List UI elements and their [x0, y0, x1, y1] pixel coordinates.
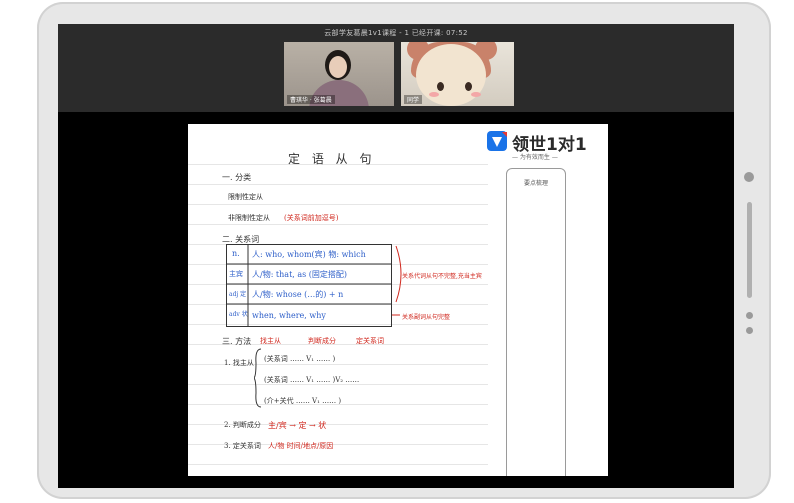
avatar-blush-right — [471, 92, 481, 97]
step1-brace — [254, 348, 262, 408]
row4-tag: adv 状 — [229, 311, 248, 318]
video-call-bar: 云部学友葛晨1v1课程 - 1 已经开课: 07:52 曹琪华 · 张葛晨 同学 — [58, 24, 734, 112]
teacher-video[interactable]: 曹琪华 · 张葛晨 — [284, 42, 394, 106]
row3-text: 人/物: whose (…的) + n — [252, 290, 344, 299]
logo-icon — [487, 131, 507, 151]
volume-rocker[interactable] — [747, 202, 752, 298]
method-find: 找主从 — [260, 337, 281, 345]
step1-pattern-b: (关系词 …… V₁ …… )V₂ …… — [264, 376, 360, 384]
step2-label: 2. 判断成分 — [224, 421, 261, 429]
ruled-line — [188, 464, 488, 465]
brand-slogan: — 为有效而生 — — [512, 154, 558, 161]
step2-text: 主/宾 → 定 → 状 — [268, 421, 327, 430]
row1-tag: n. — [232, 249, 240, 258]
row2-text: 人/物: that, as (固定搭配) — [252, 270, 348, 279]
avatar-blush-left — [429, 92, 439, 97]
session-title: 云部学友葛晨1v1课程 - 1 已经开课: 07:52 — [324, 29, 468, 37]
side-button-dot[interactable] — [746, 312, 753, 319]
student-video[interactable]: 同学 — [401, 42, 514, 106]
notes-document[interactable]: 领世1对1 — 为有效而生 — 要点梳理 定 语 从 句 一. 分类 限制性定从… — [188, 124, 608, 476]
pronoun-note: 关系代词从句不完整,充当主宾 — [402, 273, 482, 280]
step3-label: 3. 定关系词 — [224, 442, 261, 450]
screen: 云部学友葛晨1v1课程 - 1 已经开课: 07:52 曹琪华 · 张葛晨 同学 — [58, 24, 734, 488]
section-method: 三. 方法 — [222, 337, 252, 346]
ruled-line — [188, 224, 488, 225]
ruled-line — [188, 204, 488, 205]
row4-text: when, where, why — [252, 311, 326, 320]
step3-text: 人/物 时间/地点/原因 — [268, 442, 334, 450]
brand-logo: 领世1对1 — 为有效而生 — — [486, 130, 606, 170]
key-points-panel: 要点梳理 — [506, 168, 566, 476]
avatar-eye-right — [465, 82, 472, 91]
power-button-dot[interactable] — [746, 327, 753, 334]
step1-pattern-a: (关系词 …… V₁ …… ) — [264, 355, 336, 363]
camera-dot — [744, 172, 754, 182]
row1-text: 人: who, whom(宾) 物: which — [252, 250, 366, 259]
method-judge: 判断成分 — [308, 337, 336, 345]
step1-label: 1. 找主从 — [224, 359, 254, 367]
row2-tag: 主宾 — [229, 270, 243, 278]
teacher-face — [329, 56, 347, 78]
method-decide: 定关系词 — [356, 337, 384, 345]
step1-pattern-c: (介+关代 …… V₁ …… ) — [264, 397, 342, 405]
nonrestrictive-clause: 非限制性定从 — [228, 214, 270, 222]
ruled-line — [188, 184, 488, 185]
comma-note: (关系词前加逗号) — [284, 214, 339, 222]
key-points-title: 要点梳理 — [523, 180, 548, 187]
section-classification: 一. 分类 — [222, 173, 252, 182]
student-label: 同学 — [404, 95, 423, 104]
row3-tag: adj 定 — [229, 291, 247, 298]
restrictive-clause: 限制性定从 — [228, 193, 263, 201]
notes-title: 定 语 从 句 — [288, 152, 376, 166]
avatar-eye-left — [437, 82, 444, 91]
adverb-note: 关系副词从句完整 — [402, 314, 451, 321]
teacher-label: 曹琪华 · 张葛晨 — [287, 95, 335, 104]
